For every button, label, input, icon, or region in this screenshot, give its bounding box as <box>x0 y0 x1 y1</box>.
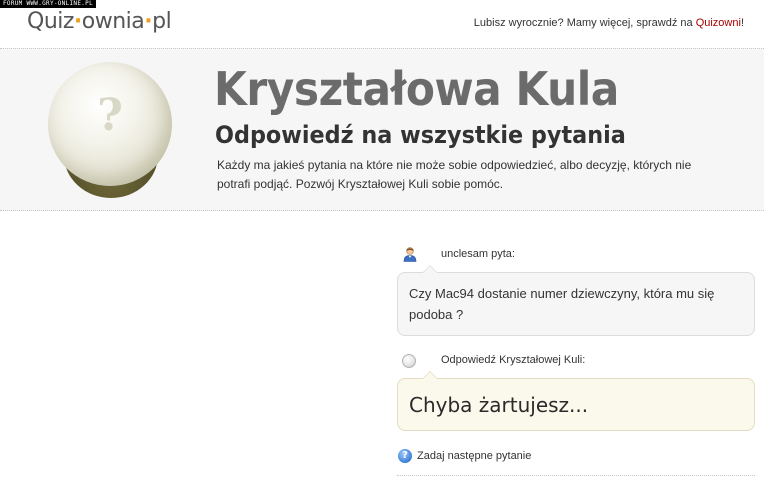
question-mark-icon: ? <box>97 90 123 141</box>
qa-panel: unclesam pyta: Czy Mac94 dostanie numer … <box>397 244 755 465</box>
page-subtitle: Odpowiedź na wszystkie pytania <box>215 121 626 149</box>
forum-tag: FORUM WWW.GRY-ONLINE.PL <box>0 0 96 8</box>
answer-text: Chyba żartujesz... <box>409 393 589 417</box>
crystal-ball-small-icon <box>402 354 416 368</box>
ask-next-question-label: Zadaj następne pytanie <box>417 450 532 462</box>
site-logo[interactable]: Quiz·ownia·pl <box>27 9 172 34</box>
logo-dot: · <box>73 9 82 34</box>
logo-part-quiz: Quiz <box>27 9 74 34</box>
logo-part-ownia: ownia <box>81 9 145 34</box>
answer-row: Odpowiedź Kryształowej Kuli: <box>397 350 755 370</box>
promo-suffix: ! <box>740 17 744 29</box>
help-icon: ? <box>398 449 412 463</box>
asker-label: unclesam pyta: <box>441 248 515 260</box>
asker-row: unclesam pyta: <box>397 244 755 264</box>
question-bubble: Czy Mac94 dostanie numer dziewczyny, któ… <box>397 265 755 336</box>
page-title: Kryształowa Kula <box>214 62 619 116</box>
question-text: Czy Mac94 dostanie numer dziewczyny, któ… <box>409 286 715 322</box>
promo-text: Lubisz wyrocznie? Mamy więcej, sprawdź n… <box>473 17 696 29</box>
answer-bubble: Chyba żartujesz... <box>397 371 755 431</box>
bottom-divider <box>397 475 755 476</box>
answer-label: Odpowiedź Kryształowej Kuli: <box>441 354 586 366</box>
page-description: Każdy ma jakieś pytania na które nie moż… <box>217 158 692 191</box>
logo-dot: · <box>144 9 153 34</box>
top-promo: Lubisz wyrocznie? Mamy więcej, sprawdź n… <box>474 17 744 29</box>
logo-part-pl: pl <box>152 9 172 34</box>
ask-next-question-link[interactable]: ? Zadaj następne pytanie <box>397 447 755 465</box>
user-icon <box>403 247 417 262</box>
quizownia-link[interactable]: Quizowni <box>696 17 741 29</box>
